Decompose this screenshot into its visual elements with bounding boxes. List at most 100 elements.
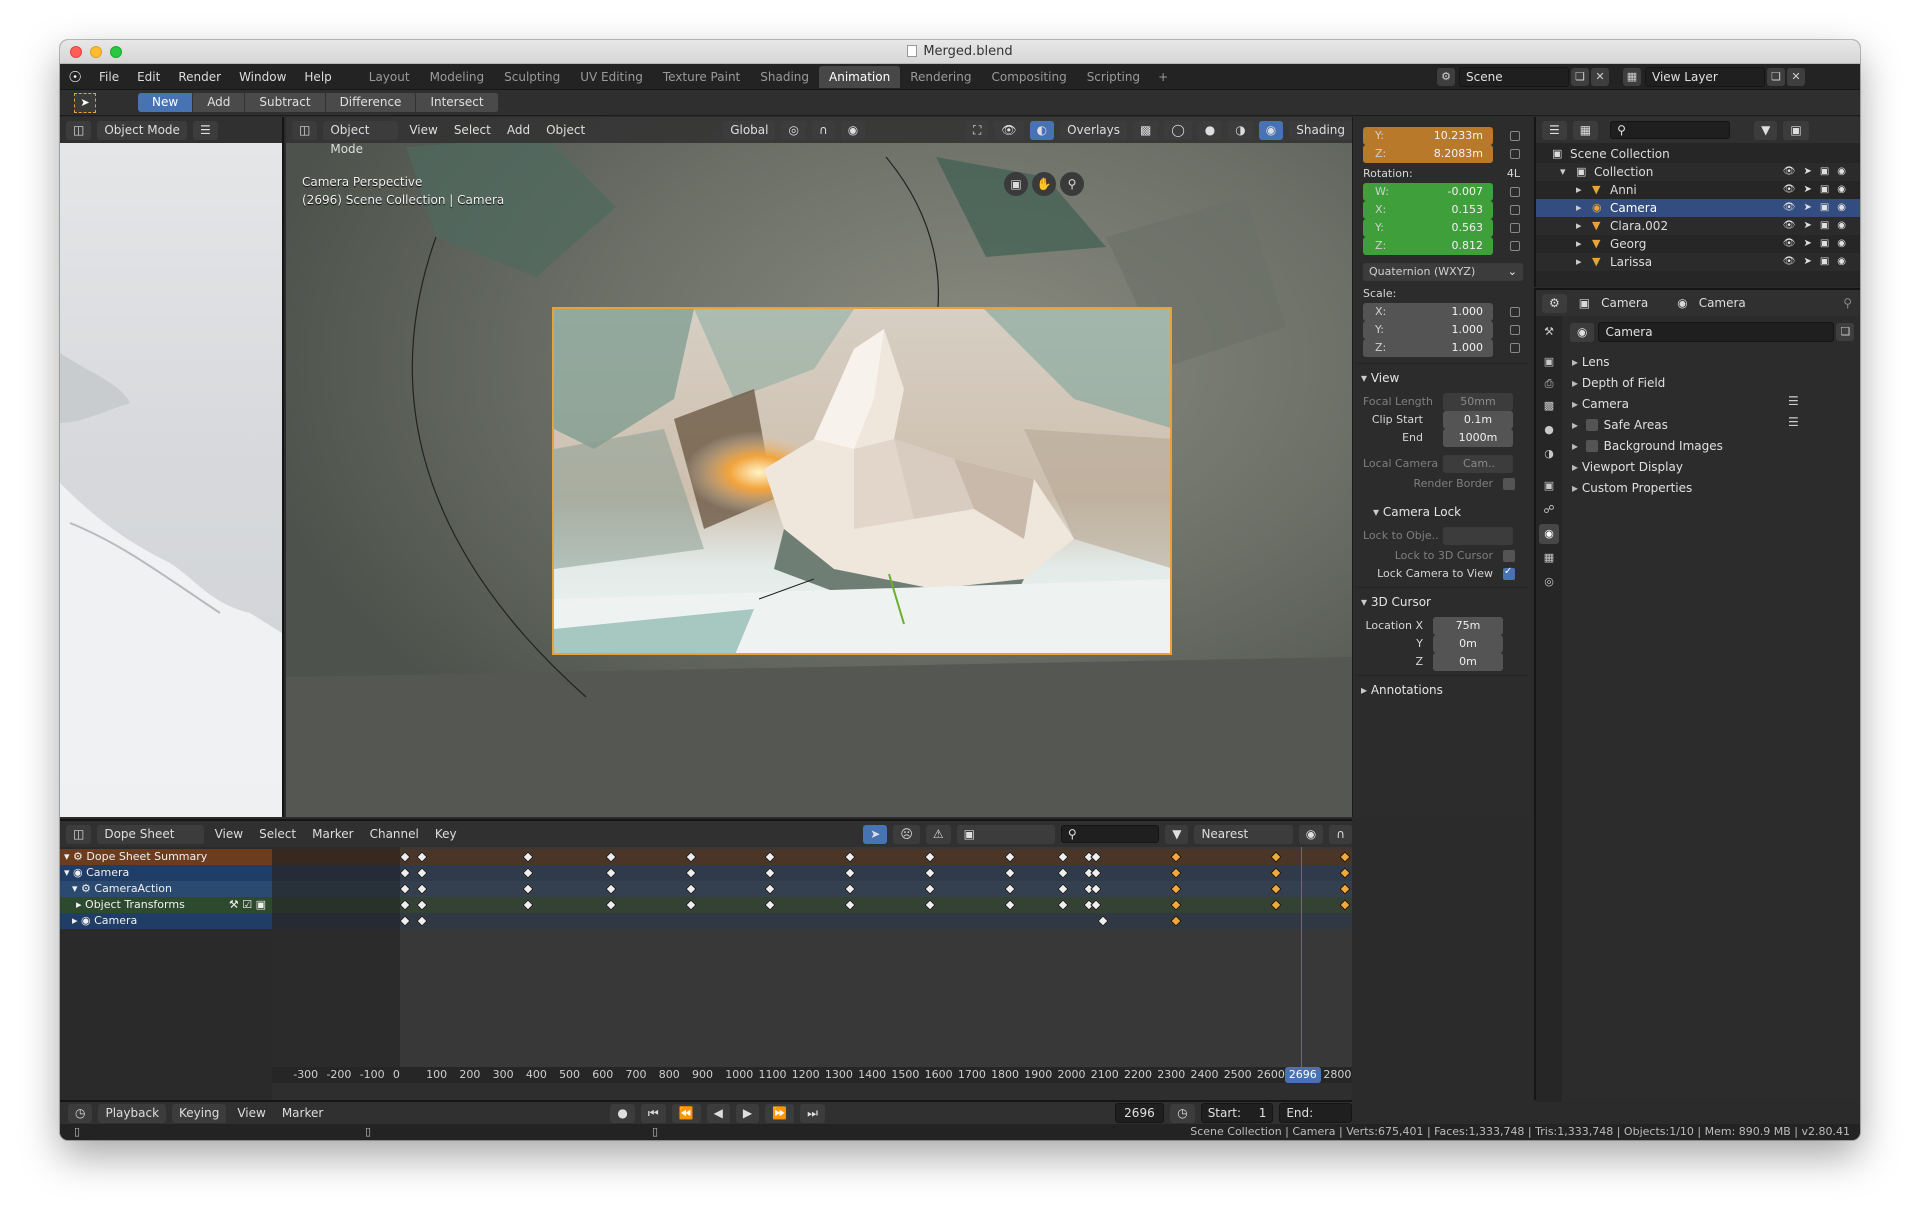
keyframe-marker[interactable] [1004, 851, 1016, 863]
rotation-y-field[interactable]: Y: 0.563 [1363, 219, 1493, 237]
camera-panel-header[interactable]: Camera [1572, 394, 1629, 414]
outliner-search-input[interactable]: ⚲ [1610, 121, 1731, 139]
keyframe-marker[interactable] [1057, 867, 1069, 879]
pin-icon[interactable]: ⚲ [1843, 296, 1852, 310]
keyframe-marker[interactable] [1170, 899, 1182, 911]
mode-intersect-button[interactable]: Intersect [416, 93, 499, 112]
georg-visibility-icons[interactable]: 👁➤▣◉ [1783, 235, 1854, 253]
annotations-panel-header[interactable]: Annotations [1361, 679, 1524, 701]
left-menu-icon[interactable]: ☰ [192, 120, 218, 140]
channel-summary[interactable]: ▾ ⚙ Dope Sheet Summary [60, 849, 272, 865]
properties-editor-type-icon[interactable]: ⚙ [1542, 293, 1567, 313]
keyframe-marker[interactable] [764, 867, 777, 879]
dope-menu-select[interactable]: Select [254, 827, 301, 841]
menu-edit[interactable]: Edit [128, 64, 169, 90]
lock-scale-y-icon[interactable] [1510, 325, 1520, 335]
editor-type-icon[interactable]: ◫ [66, 120, 92, 140]
lens-panel-header[interactable]: Lens [1572, 352, 1610, 372]
outliner-scene-collection[interactable]: ▣ Scene Collection [1536, 145, 1860, 163]
physics-tab-icon[interactable]: ◎ [1539, 572, 1559, 592]
tool-tab-icon[interactable]: ⚒ [1539, 322, 1559, 342]
camera-view-icon[interactable]: ▣ [1004, 172, 1028, 196]
keyframe-marker[interactable] [1170, 883, 1182, 895]
keyframe-marker[interactable] [1090, 851, 1102, 863]
wireframe-shading-icon[interactable]: ◯ [1164, 120, 1192, 140]
lock-camera-to-view-checkbox[interactable] [1503, 566, 1515, 580]
shading-dropdown[interactable]: Shading [1289, 120, 1352, 140]
left-camera-viewport[interactable]: ◫ Object Mode ☰ [60, 117, 284, 817]
transform-orientation-dropdown[interactable]: Global [723, 120, 776, 140]
lock-rotation-x-icon[interactable] [1510, 205, 1520, 215]
outliner-editor-type-icon[interactable]: ☰ [1542, 120, 1567, 140]
view-layer-tab-icon[interactable]: ▩ [1539, 396, 1559, 416]
lock-scale-x-icon[interactable] [1510, 307, 1520, 317]
lock-rotation-z-icon[interactable] [1510, 241, 1520, 251]
keyframe-marker[interactable] [399, 899, 411, 911]
camera-lock-panel-header[interactable]: Camera Lock [1373, 501, 1524, 523]
output-tab-icon[interactable]: ⎙ [1539, 374, 1559, 394]
viewport-menu-view[interactable]: View [404, 123, 442, 137]
keyframe-marker[interactable] [1004, 883, 1016, 895]
playhead-line[interactable] [1300, 847, 1302, 1067]
mode-new-button[interactable]: New [138, 93, 194, 112]
keyframe-marker[interactable] [1090, 867, 1102, 879]
lock-location-z-icon[interactable] [1510, 149, 1520, 159]
keyframe-marker[interactable] [1097, 915, 1109, 927]
keyframe-marker[interactable] [605, 851, 617, 863]
solid-shading-icon[interactable]: ● [1197, 120, 1223, 140]
prev-keyframe-button[interactable]: ⏪ [671, 1103, 701, 1123]
tab-layout[interactable]: Layout [359, 66, 420, 88]
outliner-item-georg[interactable]: ▸ ▼ Georg 👁➤▣◉ [1536, 235, 1860, 253]
tab-compositing[interactable]: Compositing [981, 66, 1076, 88]
keyframe-marker[interactable] [1269, 851, 1282, 863]
falloff-icon[interactable]: ∩ [1329, 824, 1353, 844]
keyframe-marker[interactable] [522, 867, 534, 879]
camera-presets-icon[interactable]: ☰ [1788, 394, 1799, 408]
copy-scene-icon[interactable]: ❏ [1571, 68, 1589, 86]
keyframe-marker[interactable] [1269, 899, 1282, 911]
copy-view-layer-icon[interactable]: ❏ [1767, 68, 1785, 86]
dope-menu-channel[interactable]: Channel [365, 827, 424, 841]
safe-areas-presets-icon[interactable]: ☰ [1788, 415, 1799, 429]
keyframe-marker[interactable] [844, 883, 856, 895]
proportional-editing-icon[interactable]: ◉ [1298, 824, 1324, 844]
keyframe-marker[interactable] [1269, 867, 1282, 879]
clip-start-field[interactable]: 0.1m [1443, 411, 1513, 429]
play-reverse-button[interactable]: ◀ [706, 1103, 730, 1123]
dope-filter-icon[interactable]: ▼ [1165, 824, 1189, 844]
view-panel-header[interactable]: View [1361, 367, 1524, 389]
collection-visibility-icons[interactable]: 👁➤▣◉ [1783, 163, 1854, 181]
keyframe-marker[interactable] [399, 915, 411, 927]
scale-y-field[interactable]: Y: 1.000 [1363, 321, 1493, 339]
scene-name-field[interactable]: Scene [1459, 67, 1569, 87]
select-box-tool-icon[interactable]: ➤ [74, 92, 96, 113]
keyframe-marker[interactable] [415, 851, 428, 863]
anni-visibility-icons[interactable]: 👁➤▣◉ [1783, 181, 1854, 199]
safe-areas-panel-header[interactable]: ▸ Safe Areas [1572, 415, 1668, 435]
zoom-icon[interactable]: ⚲ [1060, 172, 1084, 196]
object-tab-icon[interactable]: ▣ [1539, 476, 1559, 496]
keyframe-marker[interactable] [399, 851, 411, 863]
xray-icon[interactable]: ▩ [1133, 120, 1159, 140]
menu-file[interactable]: File [90, 64, 128, 90]
keyframe-marker[interactable] [1004, 899, 1016, 911]
menu-render[interactable]: Render [169, 64, 230, 90]
snap-mode-dropdown[interactable]: Nearest Frame [1194, 824, 1293, 860]
remove-scene-icon[interactable]: ✕ [1591, 68, 1609, 86]
overlays-dropdown[interactable]: Overlays [1060, 120, 1128, 140]
object-mode-dropdown[interactable]: Object Mode [323, 120, 399, 156]
jump-start-button[interactable]: ⏮ [640, 1103, 666, 1123]
only-selected-icon[interactable]: ➤ [863, 824, 888, 844]
scene-browse-icon[interactable]: ⚙ [1437, 68, 1455, 86]
lock-scale-z-icon[interactable] [1510, 343, 1520, 353]
dope-collection-filter[interactable]: ▣ [956, 824, 1055, 844]
keyframe-marker[interactable] [685, 899, 697, 911]
keyframe-marker[interactable] [1004, 867, 1016, 879]
rotation-x-field[interactable]: X: 0.153 [1363, 201, 1493, 219]
keyframe-marker[interactable] [399, 867, 411, 879]
channel-camera-object[interactable]: ▾ ◉ Camera [60, 865, 272, 881]
gizmo-toggle-icon[interactable]: ⛶ [965, 120, 989, 140]
material-shading-icon[interactable]: ◑ [1228, 120, 1253, 140]
rotation-z-field[interactable]: Z: 0.812 [1363, 237, 1493, 255]
background-images-panel-header[interactable]: ▸ Background Images [1572, 436, 1723, 456]
